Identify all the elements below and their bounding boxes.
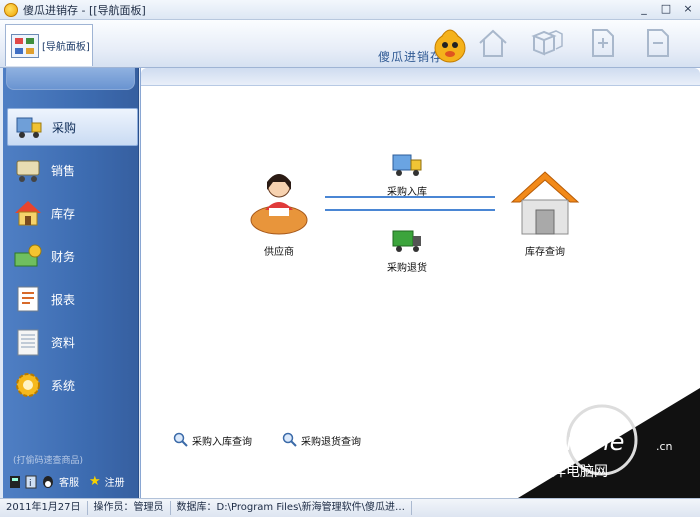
- purchase-return-query-label: 采购退货查询: [301, 436, 361, 448]
- calculator-icon[interactable]: [9, 475, 21, 489]
- supplier-node[interactable]: 供应商: [244, 168, 314, 258]
- sidebar-item-inventory[interactable]: 库存: [7, 194, 138, 232]
- gear-icon: [16, 373, 40, 397]
- money-icon: [14, 244, 42, 267]
- minimize-button[interactable]: _: [636, 2, 652, 17]
- warehouse-node[interactable]: 库存查询: [505, 168, 585, 258]
- sidebar-footer: i 客服 ★ 注册: [9, 474, 125, 489]
- purchase-return-arrow: [325, 209, 495, 211]
- tab-label: [导航面板]: [42, 42, 90, 53]
- cart-icon: [16, 160, 40, 182]
- purchase-in-query-label: 采购入库查询: [192, 436, 252, 448]
- maximize-button[interactable]: □: [658, 2, 674, 17]
- warehouse-icon: [510, 171, 580, 235]
- add-page-icon[interactable]: [585, 26, 619, 60]
- barcode-hint: (打偷码速查商品): [13, 456, 84, 466]
- magnifier-icon: [282, 432, 297, 447]
- panel-header: [141, 68, 700, 86]
- sidebar-item-label: 财务: [51, 249, 76, 264]
- tab-navigation-panel[interactable]: [导航面板]: [5, 24, 93, 66]
- watermark-brand: PConline: [520, 428, 624, 456]
- toolbar: [导航面板] 傻瓜进销存: [0, 20, 700, 68]
- warehouse-label: 库存查询: [525, 247, 565, 258]
- supplier-label: 供应商: [264, 247, 294, 258]
- support-link[interactable]: 客服: [59, 474, 79, 489]
- title-bar: 傻瓜进销存 - [[导航面板] _ □ ×: [0, 0, 700, 20]
- close-button[interactable]: ×: [680, 2, 696, 17]
- app-logo-icon: [4, 2, 18, 17]
- green-truck-icon: [392, 230, 421, 252]
- sidebar-item-data[interactable]: 资料: [7, 323, 138, 361]
- sidebar-item-label: 销售: [51, 163, 76, 178]
- sidebar-item-label: 报表: [51, 292, 76, 307]
- purchase-return-label: 采购退货: [387, 263, 427, 274]
- sidebar-item-sales[interactable]: 销售: [7, 151, 138, 189]
- pconline-watermark: PConline .cn 太平洋电脑网: [518, 388, 700, 498]
- status-bar: 2011年1月27日 操作员：管理员 数据库：D:\Program Files\…: [0, 498, 700, 517]
- remove-page-icon[interactable]: [640, 26, 674, 60]
- blue-truck-icon: [392, 154, 422, 176]
- sidebar-item-finance[interactable]: 财务: [7, 237, 138, 275]
- register-link[interactable]: 注册: [105, 474, 125, 489]
- document-icon: [17, 329, 39, 356]
- svg-text:i: i: [29, 479, 32, 489]
- sidebar-header: [6, 68, 135, 90]
- watermark-subtitle: 太平洋电脑网: [524, 464, 608, 480]
- status-date: 2011年1月27日: [0, 501, 88, 515]
- sidebar-item-purchase[interactable]: 采购: [7, 108, 138, 146]
- sidebar-item-label: 系统: [51, 378, 76, 393]
- star-icon: ★: [89, 474, 101, 489]
- purchase-in-label: 采购入库: [387, 187, 427, 198]
- purchase-in-query-link[interactable]: 采购入库查询: [173, 432, 252, 448]
- qq-icon: [43, 475, 53, 488]
- magnifier-icon: [173, 432, 188, 447]
- purchase-in-node[interactable]: 采购入库: [377, 152, 437, 198]
- status-operator: 操作员：管理员: [88, 501, 171, 515]
- watermark-domain: .cn: [656, 440, 673, 453]
- sidebar-item-label: 资料: [51, 335, 76, 350]
- navigation-panel-icon: [11, 33, 39, 58]
- sidebar-item-label: 采购: [52, 120, 77, 135]
- truck-icon: [16, 117, 42, 138]
- cubes-icon[interactable]: [530, 26, 564, 60]
- supplier-icon: [250, 174, 308, 235]
- window-title: 傻瓜进销存 - [[导航面板]: [23, 3, 146, 17]
- purchase-return-node[interactable]: 采购退货: [377, 228, 437, 274]
- info-icon[interactable]: i: [25, 475, 37, 489]
- sidebar-item-system[interactable]: 系统: [7, 366, 138, 404]
- sidebar-item-label: 库存: [51, 206, 76, 221]
- report-icon: [17, 286, 39, 312]
- sidebar: 采购 销售 库存 财务 报表 资料 系统 (打偷码速查商品) i 客服 ★ 注册: [3, 68, 139, 498]
- purchase-return-query-link[interactable]: 采购退货查询: [282, 432, 361, 448]
- home-icon[interactable]: [476, 26, 510, 60]
- sidebar-item-reports[interactable]: 报表: [7, 280, 138, 318]
- house-icon: [15, 201, 41, 226]
- status-database: 数据库：D:\Program Files\新海管理软件\傻瓜进…: [171, 501, 413, 515]
- mascot-logo-icon: [434, 29, 466, 63]
